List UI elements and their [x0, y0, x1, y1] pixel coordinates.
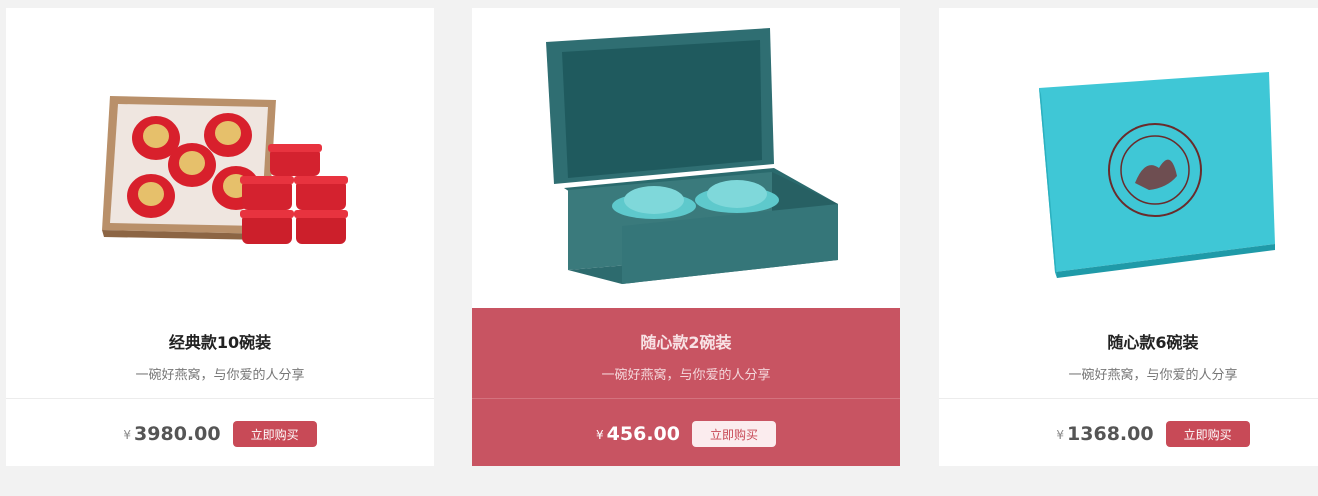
product-subtitle: 一碗好燕窝，与你爱的人分享 [601, 368, 771, 383]
currency-symbol: ¥ [123, 428, 132, 442]
divider [6, 398, 434, 399]
product-title[interactable]: 随心款2碗装 [472, 329, 900, 353]
product-card-casual-2[interactable]: 随心款2碗装 一碗好燕窝，与你爱的人分享 ¥ 456.00 立即购买 [472, 8, 900, 466]
buy-now-button[interactable]: 立即购买 [232, 421, 317, 447]
divider [472, 398, 900, 399]
product-title[interactable]: 经典款10碗装 [6, 329, 434, 353]
divider [939, 398, 1318, 399]
product-price: 1368.00 [1067, 423, 1154, 445]
product-subtitle: 一碗好燕窝，与你爱的人分享 [135, 368, 305, 383]
price-row: ¥ 1368.00 立即购买 [939, 420, 1318, 448]
teal-gift-box-image [546, 28, 838, 284]
product-card-casual-6[interactable]: 随心款6碗装 一碗好燕窝，与你爱的人分享 ¥ 1368.00 立即购买 [939, 8, 1318, 466]
currency-symbol: ¥ [1056, 428, 1065, 442]
product-price: 456.00 [606, 423, 680, 445]
product-info: 随心款2碗装 一碗好燕窝，与你爱的人分享 ¥ 456.00 立即购买 [472, 308, 900, 466]
product-image[interactable] [939, 8, 1318, 308]
currency-symbol: ¥ [596, 428, 604, 442]
buy-now-button[interactable]: 立即购买 [691, 421, 776, 447]
product-image[interactable] [472, 8, 900, 308]
product-info: 经典款10碗装 一碗好燕窝，与你爱的人分享 ¥ 3980.00 立即购买 [6, 308, 434, 466]
price-row: ¥ 456.00 立即购买 [472, 420, 900, 448]
buy-now-button[interactable]: 立即购买 [1165, 421, 1250, 447]
product-subtitle: 一碗好燕窝，与你爱的人分享 [1068, 368, 1238, 383]
red-gift-box-image [102, 96, 348, 244]
product-title[interactable]: 随心款6碗装 [939, 329, 1318, 353]
cyan-gift-box-image [1039, 72, 1275, 278]
price-row: ¥ 3980.00 立即购买 [6, 420, 434, 448]
product-card-classic-10[interactable]: 经典款10碗装 一碗好燕窝，与你爱的人分享 ¥ 3980.00 立即购买 [6, 8, 434, 466]
product-price: 3980.00 [134, 423, 221, 445]
product-image[interactable] [6, 8, 434, 308]
product-info: 随心款6碗装 一碗好燕窝，与你爱的人分享 ¥ 1368.00 立即购买 [939, 308, 1318, 466]
